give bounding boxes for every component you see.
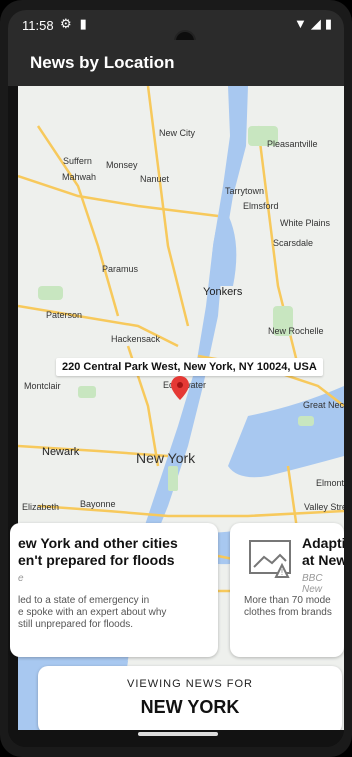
map-label: Newark <box>42 446 80 458</box>
map-label: Hackensack <box>111 334 161 344</box>
map-label: Pleasantville <box>267 139 318 149</box>
viewing-location: NEW YORK <box>140 697 240 717</box>
viewing-label: VIEWING NEWS FOR <box>127 678 253 690</box>
news-card-title: Adapti at New <box>302 535 344 568</box>
news-card-source: e <box>18 573 24 584</box>
map-label: Great Neck <box>303 400 344 410</box>
address-label: 220 Central Park West, New York, NY 1002… <box>56 358 323 376</box>
map-label: Valley Stre <box>304 502 344 512</box>
news-card-title: ew York and other cities en't prepared f… <box>18 535 178 568</box>
app-bar: News by Location <box>8 40 344 86</box>
map-label: Bayonne <box>80 499 116 509</box>
image-placeholder-icon: ! <box>249 540 291 578</box>
status-time: 11:58 <box>22 18 54 33</box>
sim-card-icon: ▮ <box>79 16 87 31</box>
location-pin-icon[interactable] <box>171 376 189 400</box>
map-label: Montclair <box>24 381 61 391</box>
news-card-source: BBC New <box>302 573 323 595</box>
map-label: Scarsdale <box>273 238 314 248</box>
map-label: Elmont <box>316 478 344 488</box>
map-label: New City <box>159 128 196 138</box>
wifi-icon: ▼ <box>293 16 307 31</box>
screen: 11:58 ⚙ ▮ ▼ ◢ ▮ News by Location New Cit… <box>8 10 344 747</box>
map-label: Paterson <box>46 310 83 320</box>
app-title: News by Location <box>30 53 175 72</box>
home-gesture-bar[interactable] <box>138 732 218 736</box>
news-card-description: led to a state of emergency in e spoke w… <box>18 595 167 630</box>
svg-text:!: ! <box>281 568 283 577</box>
navigation-bar <box>8 730 344 747</box>
news-card-description: More than 70 mode clothes from brands <box>244 595 332 618</box>
phone-frame: 11:58 ⚙ ▮ ▼ ◢ ▮ News by Location New Cit… <box>0 0 352 757</box>
map-label: Elmsford <box>243 201 279 211</box>
map-label: Mahwah <box>62 172 97 182</box>
map-label: Yonkers <box>203 286 243 298</box>
signal-icon: ◢ <box>310 16 321 31</box>
map-label: Monsey <box>106 160 138 170</box>
map-label: Tarrytown <box>225 186 265 196</box>
gear-icon: ⚙ <box>60 16 72 31</box>
news-card[interactable]: ew York and other cities en't prepared f… <box>10 523 218 657</box>
viewing-location-panel[interactable]: VIEWING NEWS FOR NEW YORK <box>38 666 342 734</box>
map-label: Suffern <box>63 156 92 166</box>
map-label: Nanuet <box>140 174 170 184</box>
map-label: Paramus <box>102 264 139 274</box>
news-card[interactable]: ! Adapti at New BBC New More than 70 mod… <box>230 523 344 657</box>
battery-icon: ▮ <box>324 16 332 31</box>
map-label: Elizabeth <box>22 502 60 512</box>
map-label: White Plains <box>280 218 331 228</box>
map-label: New York <box>136 450 196 466</box>
map-label: New Rochelle <box>268 326 324 336</box>
